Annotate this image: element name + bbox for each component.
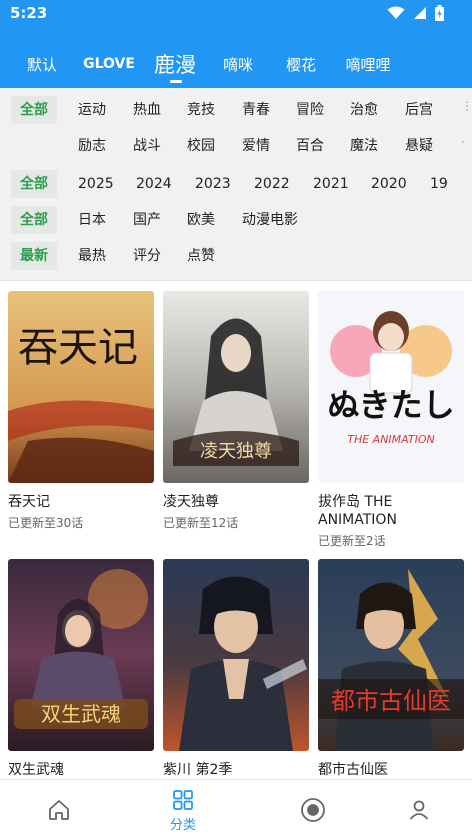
user-icon (409, 800, 429, 820)
tab-default[interactable]: 默认 (14, 44, 70, 84)
card-title: 吞天记 (8, 494, 50, 510)
poster-image[interactable]: 双生武魂 (8, 559, 154, 751)
genre-chip[interactable]: 爱情 (242, 132, 270, 160)
nav-watch[interactable] (254, 780, 372, 839)
sort-chip[interactable]: 点赞 (187, 242, 215, 270)
bottom-navigation: 分类 (0, 779, 472, 839)
nav-category[interactable]: 分类 (124, 780, 242, 839)
poster-title-art: 吞天记 (18, 325, 138, 371)
genre-chip[interactable]: 后宫 (405, 96, 433, 124)
tab-glove[interactable]: GLOVE (80, 44, 138, 84)
poster-image[interactable]: 吞天记 (8, 291, 154, 483)
region-chip[interactable]: 欧美 (187, 206, 215, 234)
poster-image[interactable]: ぬきたし THE ANIMATION (318, 291, 464, 483)
sort-chip[interactable]: 评分 (133, 242, 161, 270)
genre-chip[interactable]: 战斗 (133, 132, 161, 160)
tab-yinghua[interactable]: 樱花 (274, 44, 328, 84)
anime-card[interactable]: 凌天独尊 凌天独尊 已更新至12话 (163, 291, 309, 531)
tab-dimi[interactable]: 嘀咪 (212, 44, 264, 84)
genre-chip[interactable]: 运动 (78, 96, 106, 124)
anime-card[interactable]: 吞天记 吞天记 已更新至30话 (8, 291, 154, 531)
genre-chip[interactable]: 校园 (187, 132, 215, 160)
anime-card[interactable]: ぬきたし THE ANIMATION 拔作岛 THE ANIMATION 已更新… (318, 291, 464, 549)
year-filter-row: 全部 2025 2024 2023 2022 2021 2020 19 (0, 170, 472, 198)
tab-indicator (170, 80, 182, 83)
genre-chip[interactable]: 百合 (296, 132, 324, 160)
eye-icon (301, 798, 325, 822)
sort-latest-chip[interactable]: 最新 (11, 242, 57, 270)
poster-title-art: 都市古仙医 (331, 687, 451, 715)
card-title: 拔作岛 THE ANIMATION (318, 494, 397, 528)
status-time: 5:23 (10, 4, 48, 22)
genre-all-chip[interactable]: 全部 (11, 96, 57, 124)
year-chip[interactable]: 2021 (313, 170, 349, 198)
anime-grid: 吞天记 吞天记 已更新至30话 凌天独尊 凌天独尊 已更新至12话 ぬきたし T… (0, 282, 472, 779)
poster-title-art: 凌天独尊 (200, 441, 272, 462)
battery-icon (435, 5, 444, 21)
region-chip[interactable]: 日本 (78, 206, 106, 234)
nav-home[interactable] (0, 780, 118, 839)
year-chip[interactable]: 19 (430, 170, 448, 198)
genre-chip[interactable]: 魔法 (350, 132, 378, 160)
card-episode: 已更新至2话 (318, 534, 386, 548)
app-header: 5:23 默认 GLOVE 鹿漫 嘀咪 樱花 嘀哩哩 (0, 0, 472, 88)
genre-chip[interactable]: 治愈 (350, 96, 378, 124)
genre-filter-row-2: 励志 战斗 校园 爱情 百合 魔法 悬疑 · (0, 132, 472, 160)
card-title: 都市古仙医 (318, 762, 388, 778)
year-chip[interactable]: 2022 (254, 170, 290, 198)
region-filter-row: 全部 日本 国产 欧美 动漫电影 (0, 206, 472, 234)
anime-card[interactable]: 都市古仙医 都市古仙医 (318, 559, 464, 779)
status-icons (387, 5, 444, 21)
poster-subtitle-art: THE ANIMATION (347, 433, 435, 446)
genre-chip[interactable]: 青春 (242, 96, 270, 124)
signal-icon (414, 7, 426, 19)
tab-lumanhua[interactable]: 鹿漫 (146, 44, 204, 84)
anime-card[interactable]: 双生武魂 双生武魂 (8, 559, 154, 779)
region-chip[interactable]: 国产 (133, 206, 161, 234)
overflow-hint-icon: · (461, 135, 465, 149)
genre-chip[interactable]: 热血 (133, 96, 161, 124)
sort-filter-row: 最新 最热 评分 点赞 (0, 242, 472, 270)
genre-chip[interactable]: 励志 (78, 132, 106, 160)
grid-icon (173, 789, 193, 810)
filter-panel: 全部 运动 热血 竞技 青春 冒险 治愈 后宫 ⋮ 励志 战斗 校园 爱情 百合… (0, 88, 472, 281)
poster-image[interactable]: 都市古仙医 (318, 559, 464, 751)
card-title: 凌天独尊 (163, 494, 219, 510)
wifi-icon (387, 6, 405, 19)
overflow-hint-icon: ⋮ (461, 99, 472, 113)
genre-chip[interactable]: 冒险 (296, 96, 324, 124)
year-chip[interactable]: 2025 (78, 170, 114, 198)
card-episode: 已更新至12话 (163, 516, 239, 530)
tab-dilili[interactable]: 嘀哩哩 (336, 44, 400, 84)
genre-chip[interactable]: 竞技 (187, 96, 215, 124)
year-chip[interactable]: 2024 (136, 170, 172, 198)
source-tabs: 默认 GLOVE 鹿漫 嘀咪 樱花 嘀哩哩 (0, 44, 472, 88)
genre-chip[interactable]: 悬疑 (405, 132, 433, 160)
anime-card[interactable]: 紫川 第2季 (163, 559, 309, 779)
card-title: 双生武魂 (8, 762, 64, 778)
year-chip[interactable]: 2023 (195, 170, 231, 198)
region-all-chip[interactable]: 全部 (11, 206, 57, 234)
status-bar: 5:23 (0, 0, 472, 26)
poster-title-art: ぬきたし (327, 386, 454, 424)
genre-filter-row: 全部 运动 热血 竞技 青春 冒险 治愈 后宫 ⋮ (0, 96, 472, 124)
poster-image[interactable] (163, 559, 309, 751)
nav-profile[interactable] (360, 780, 472, 839)
card-episode: 已更新至30话 (8, 516, 84, 530)
year-all-chip[interactable]: 全部 (11, 170, 57, 198)
year-chip[interactable]: 2020 (371, 170, 407, 198)
home-icon (49, 800, 69, 820)
sort-chip[interactable]: 最热 (78, 242, 106, 270)
region-chip[interactable]: 动漫电影 (242, 206, 298, 234)
poster-title-art: 双生武魂 (41, 702, 121, 726)
poster-image[interactable]: 凌天独尊 (163, 291, 309, 483)
card-title: 紫川 第2季 (163, 762, 233, 778)
nav-category-label: 分类 (169, 817, 196, 833)
